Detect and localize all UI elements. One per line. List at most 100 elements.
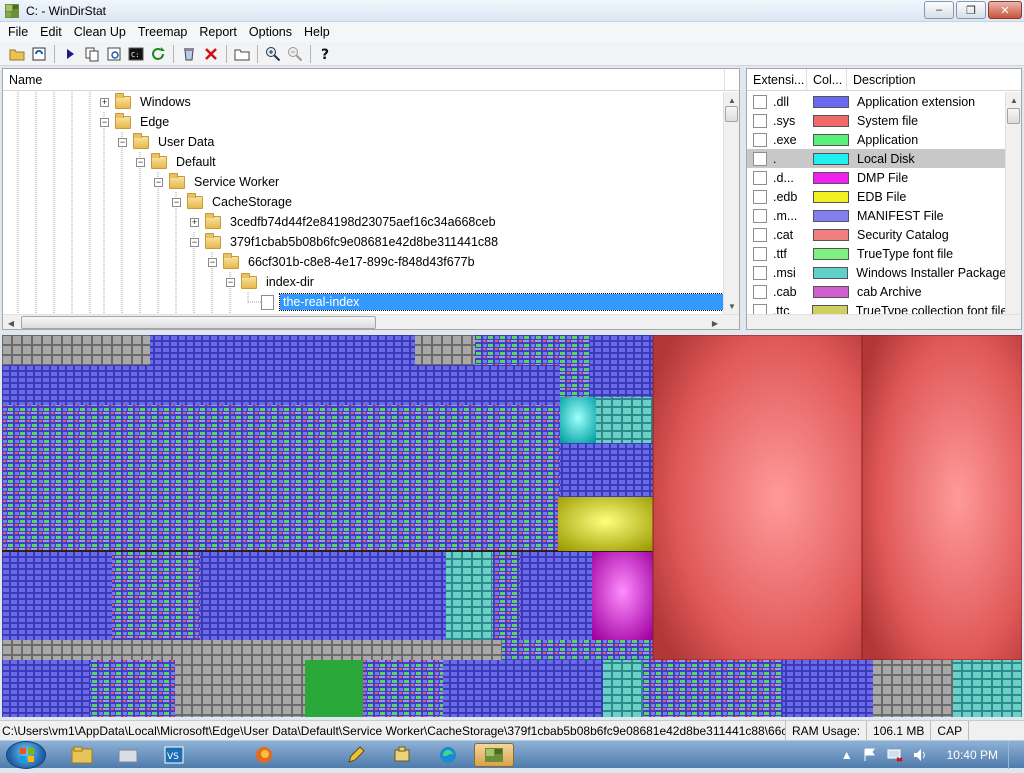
extension-row[interactable]: .d... DMP File xyxy=(747,168,1005,187)
windows-logo-icon xyxy=(20,748,34,762)
show-hidden-icons-icon[interactable]: ▲ xyxy=(841,748,853,762)
extension-row[interactable]: .m... MANIFEST File xyxy=(747,206,1005,225)
show-desktop-button[interactable] xyxy=(1008,741,1018,769)
taskbar-windirstat[interactable] xyxy=(474,743,514,767)
recycle-icon xyxy=(184,47,194,60)
expand-toggle[interactable]: + xyxy=(190,217,199,227)
tree-row-the-real-index[interactable]: the-real-index xyxy=(261,292,724,312)
extension-row[interactable]: .dll Application extension xyxy=(747,92,1005,111)
zoom-out-icon xyxy=(288,46,303,61)
column-header-description[interactable]: Description xyxy=(847,69,1007,90)
menu-options[interactable]: Options xyxy=(243,25,298,39)
taskbar-explorer[interactable] xyxy=(62,743,102,767)
scroll-thumb[interactable] xyxy=(725,106,738,122)
extension-row[interactable]: .ttf TrueType font file xyxy=(747,244,1005,263)
taskbar-folder[interactable] xyxy=(108,743,148,767)
menu-file[interactable]: File xyxy=(2,25,34,39)
taskbar-vs[interactable]: VS xyxy=(154,743,194,767)
expand-toggle[interactable]: − xyxy=(172,197,181,207)
explorer-button[interactable] xyxy=(103,44,125,64)
file-type-icon xyxy=(753,246,767,261)
menu-treemap[interactable]: Treemap xyxy=(132,25,194,39)
expand-toggle[interactable]: − xyxy=(100,117,109,127)
expand-toggle[interactable]: − xyxy=(226,277,235,287)
extension-row[interactable]: .cab cab Archive xyxy=(747,282,1005,301)
tree-row-66cf301b[interactable]: − 66cf301b-c8e8-4e17-899c-f848d43f677b xyxy=(208,252,478,272)
network-icon[interactable] xyxy=(887,748,903,762)
tree-row-default[interactable]: − Default xyxy=(136,152,219,172)
extension-name: .msi xyxy=(772,265,796,280)
properties-button[interactable] xyxy=(231,44,253,64)
column-header-extension[interactable]: Extensi... xyxy=(747,69,807,90)
file-icon xyxy=(261,294,274,310)
expand-toggle[interactable]: − xyxy=(118,137,127,147)
zoom-out-button[interactable] xyxy=(284,44,306,64)
tree-row-edge[interactable]: − Edge xyxy=(100,112,172,132)
start-button[interactable] xyxy=(6,741,46,769)
extension-row[interactable]: .exe Application xyxy=(747,130,1005,149)
scroll-thumb[interactable] xyxy=(1007,108,1020,124)
scroll-left-arrow[interactable]: ◀ xyxy=(3,315,19,329)
tree-horizontal-scrollbar[interactable]: ◀ ▶ xyxy=(3,314,739,329)
extension-name: .cat xyxy=(773,227,794,242)
copy-path-button[interactable] xyxy=(81,44,103,64)
taskbar-firefox[interactable] xyxy=(244,743,284,767)
clock[interactable]: 10:40 PM xyxy=(947,748,998,762)
zoom-in-button[interactable] xyxy=(262,44,284,64)
extension-description: Local Disk xyxy=(857,151,915,166)
command-prompt-button[interactable]: C: xyxy=(125,44,147,64)
play-button[interactable] xyxy=(59,44,81,64)
tree-row-3cedfb[interactable]: + 3cedfb74d44f2e84198d23075aef16c34a668c… xyxy=(190,212,499,232)
column-header-color[interactable]: Col... xyxy=(807,69,847,90)
extension-vertical-scrollbar[interactable]: ▲ ▼ xyxy=(1005,92,1021,329)
expand-toggle[interactable]: − xyxy=(136,157,145,167)
window-title: C: - WinDirStat xyxy=(26,3,107,18)
taskbar-pencil[interactable] xyxy=(336,743,376,767)
tree-row-cachestorage[interactable]: − CacheStorage xyxy=(172,192,295,212)
menu-edit[interactable]: Edit xyxy=(34,25,68,39)
recycle-button[interactable] xyxy=(178,44,200,64)
expand-toggle[interactable]: − xyxy=(190,237,199,247)
scroll-down-arrow[interactable]: ▼ xyxy=(724,298,739,314)
volume-icon[interactable] xyxy=(913,748,929,762)
tree-row-index-dir[interactable]: − index-dir xyxy=(226,272,317,292)
open-button[interactable] xyxy=(6,44,28,64)
refresh-button[interactable] xyxy=(147,44,169,64)
tree-row-service-worker[interactable]: − Service Worker xyxy=(154,172,282,192)
menu-report[interactable]: Report xyxy=(193,25,243,39)
extension-row[interactable]: .edb EDB File xyxy=(747,187,1005,206)
expand-toggle[interactable]: + xyxy=(100,97,109,107)
scroll-right-arrow[interactable]: ▶ xyxy=(707,315,723,329)
extension-name: . xyxy=(773,151,777,166)
extension-row[interactable]: .cat Security Catalog xyxy=(747,225,1005,244)
maximize-button[interactable]: ❐ xyxy=(956,1,986,19)
tree-header: Name xyxy=(3,69,739,91)
expand-toggle[interactable]: − xyxy=(154,177,163,187)
extension-horizontal-scrollbar[interactable] xyxy=(747,314,1021,329)
minimize-button[interactable]: ‒ xyxy=(924,1,954,19)
tree-row-379f1c[interactable]: − 379f1cbab5b08b6fc9e08681e42d8be311441c… xyxy=(190,232,501,252)
treemap-canvas[interactable] xyxy=(2,334,1023,717)
column-header-name[interactable]: Name xyxy=(3,69,725,90)
close-button[interactable]: ✕ xyxy=(988,1,1022,19)
taskbar-edge[interactable] xyxy=(428,743,468,767)
scroll-thumb[interactable] xyxy=(21,316,376,329)
tree-vertical-scrollbar[interactable]: ▲ ▼ xyxy=(723,92,739,314)
taskbar-puzzle[interactable] xyxy=(382,743,422,767)
refresh-all-button[interactable] xyxy=(28,44,50,64)
menu-help[interactable]: Help xyxy=(298,25,336,39)
scroll-up-arrow[interactable]: ▲ xyxy=(1006,92,1021,108)
color-swatch xyxy=(813,133,849,146)
action-center-flag-icon[interactable] xyxy=(863,748,877,762)
tree-rows: + Windows − Edge − User Data − Default −… xyxy=(3,92,725,314)
expand-toggle[interactable]: − xyxy=(208,257,217,267)
extension-row[interactable]: .msi Windows Installer Package xyxy=(747,263,1005,282)
delete-button[interactable] xyxy=(200,44,222,64)
treemap-view[interactable] xyxy=(2,334,1023,717)
tree-row-user-data[interactable]: − User Data xyxy=(118,132,217,152)
menu-clean-up[interactable]: Clean Up xyxy=(68,25,132,39)
extension-row[interactable]: . Local Disk xyxy=(747,149,1005,168)
tree-row-windows[interactable]: + Windows xyxy=(100,92,194,112)
extension-row[interactable]: .sys System file xyxy=(747,111,1005,130)
help-button[interactable]: ? xyxy=(315,44,337,64)
